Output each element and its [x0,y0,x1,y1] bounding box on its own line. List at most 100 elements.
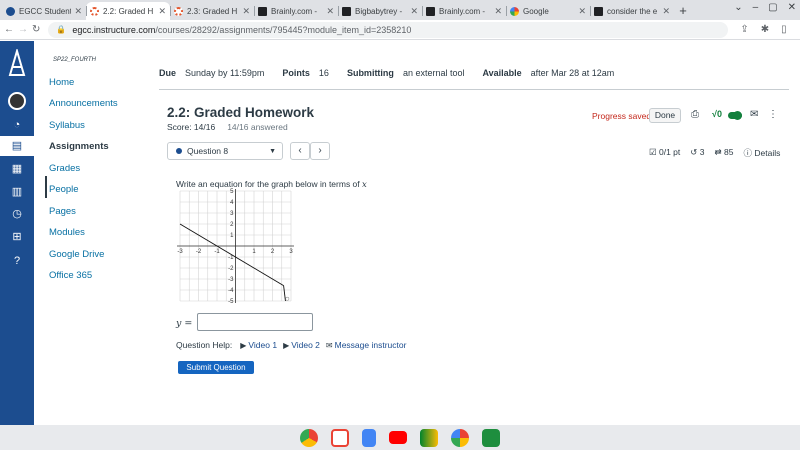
course-nav-syllabus[interactable]: Syllabus [49,120,85,131]
dashboard-icon[interactable]: ◔ [7,117,27,133]
course-nav-people[interactable]: People [49,184,79,195]
global-nav: ◔ ▤ ▦ ▥ ◷ ⊞ ? [0,41,34,425]
inbox-icon[interactable]: ▥ [7,184,27,200]
commons-icon[interactable]: ⊞ [7,229,27,245]
more-menu-icon[interactable]: ⋮ [768,109,778,120]
divider [159,89,789,90]
y-tick-label: 5 [230,189,234,195]
due-value: Sunday by 11:59pm [185,68,265,78]
question-help-label: Question Help: [176,340,233,350]
video-2-link[interactable]: ▶ Video 2 [283,340,320,350]
tab-title: EGCC Student [19,6,72,16]
browser-tab[interactable]: Brainly.com - ✕ [254,2,338,20]
sidepanel-icon[interactable]: ▯ [781,24,787,35]
prev-question-button[interactable]: ‹ [290,142,310,160]
next-question-button[interactable]: › [310,142,330,160]
gmail-icon[interactable] [331,428,349,447]
browser-tab[interactable]: 2.3: Graded H ✕ [170,2,254,20]
course-nav-office-365[interactable]: Office 365 [49,270,92,281]
y-tick-label: 2 [230,222,234,228]
new-tab-icon[interactable]: + [674,2,692,20]
submitting-value: an external tool [402,68,465,78]
close-icon[interactable]: ✕ [242,6,250,17]
submitting-label: Submitting [346,68,394,78]
course-nav-modules[interactable]: Modules [49,227,85,238]
browser-tab[interactable]: consider the e ✕ [590,2,674,20]
minimize-icon[interactable]: – [753,2,759,13]
close-icon[interactable]: ✕ [74,6,82,17]
x-tick-label: -2 [196,249,202,255]
course-nav-google-drive[interactable]: Google Drive [49,249,104,260]
classroom-icon[interactable] [482,428,500,447]
details-button[interactable]: ⓘ Details [743,147,780,159]
mail-icon[interactable]: ✉ [750,109,758,120]
question-stats: ☑ 0/1 pt ↺ 3 ⇄ 85 ⓘ Details [649,147,780,159]
course-nav-grades[interactable]: Grades [49,163,80,174]
close-icon[interactable]: ✕ [326,6,334,17]
history-icon[interactable]: ◷ [7,206,27,222]
course-nav-assignments[interactable]: Assignments [49,141,109,152]
url-field[interactable]: 🔒 egcc.instructure.com/courses/28292/ass… [48,21,729,38]
tab-title: Google [523,6,549,16]
browser-tab[interactable]: Bigbabytrey - ✕ [338,2,422,20]
points-label: Points [282,68,310,78]
retry-icon: ↺ [690,147,698,157]
print-icon[interactable]: ⎙ [691,109,699,120]
calendar-icon[interactable]: ▦ [7,161,27,177]
tab-title: 2.2: Graded H [103,6,154,16]
graph-line [283,285,286,302]
window-close-icon[interactable]: ✕ [788,2,796,13]
message-instructor-link[interactable]: ✉ Message instructor [326,340,407,350]
tab-search-icon[interactable]: ⌄ [734,2,742,13]
url-path: /courses/28292/assignments/795445?module… [155,24,412,35]
close-icon[interactable]: ✕ [410,6,418,17]
close-icon[interactable]: ✕ [578,6,586,17]
submit-question-button[interactable]: Submit Question [178,361,254,374]
help-icon[interactable]: ? [7,253,27,269]
close-icon[interactable]: ✕ [494,6,502,17]
points-stat-value: 0/1 pt [659,147,681,157]
youtube-icon[interactable] [389,431,407,444]
tab-favicon [510,6,519,16]
video-1-label: Video 1 [248,340,278,350]
y-tick-label: 1 [230,233,234,239]
graph-magnify-icon [285,296,290,301]
browser-tab-active[interactable]: 2.2: Graded H ✕ [86,2,170,20]
close-icon[interactable]: ✕ [158,6,166,17]
question-select-label: Question 8 [187,146,229,156]
share-icon[interactable]: ⇪ [740,24,748,35]
question-select[interactable]: Question 8 ▼ [167,142,283,160]
answer-input[interactable] [197,313,313,331]
extensions-icon[interactable]: ✱ [761,24,769,35]
y-tick-label: -3 [228,277,234,283]
course-name: SP22_FOURTH [53,57,96,63]
courses-icon[interactable]: ▤ [0,136,34,156]
homework-score: Score: 14/16 14/16 answered [167,122,288,132]
info-icon: ⓘ [743,148,752,158]
docs-icon[interactable] [362,428,376,447]
course-nav-announcements[interactable]: Announcements [49,98,118,109]
close-icon[interactable]: ✕ [662,6,670,17]
chrome-icon[interactable] [300,428,318,447]
tab-favicon [342,6,351,16]
main-content: Due Sunday by 11:59pm Points 16 Submitting… [150,41,800,425]
canvas-logo-icon[interactable] [7,47,27,76]
photos-icon[interactable] [451,428,469,447]
course-nav-home[interactable]: Home [49,77,74,88]
browser-tab[interactable]: Brainly.com - ✕ [422,2,506,20]
math-entry-toggle[interactable] [728,111,742,120]
browser-tab[interactable]: Google ✕ [506,2,590,20]
account-avatar[interactable] [8,92,26,110]
maximize-icon[interactable]: ▢ [768,2,777,13]
address-bar: ← → ↻ 🔒 egcc.instructure.com/courses/282… [0,20,800,40]
forward-icon[interactable]: → [18,24,28,35]
back-icon[interactable]: ← [4,24,14,35]
browser-tab[interactable]: EGCC Student ✕ [2,2,86,20]
reload-icon[interactable]: ↻ [32,24,40,35]
course-nav-pages[interactable]: Pages [49,206,76,217]
meet-icon[interactable] [420,428,438,447]
done-button[interactable]: Done [649,108,681,123]
video-1-link[interactable]: ▶ Video 1 [240,340,277,350]
available-value: after Mar 28 at 12am [530,68,615,78]
tab-favicon [258,6,267,16]
